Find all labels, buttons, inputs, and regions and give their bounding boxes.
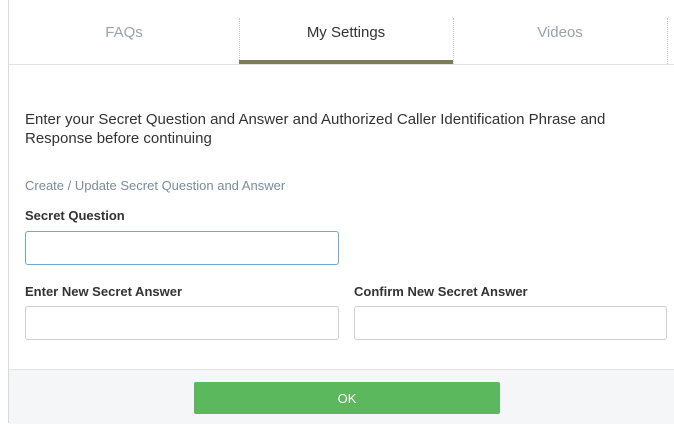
new-secret-answer-input[interactable] <box>25 306 339 340</box>
section-title: Create / Update Secret Question and Answ… <box>25 178 286 193</box>
secret-question-label: Secret Question <box>25 208 125 223</box>
settings-panel: FAQs My Settings Videos Enter your Secre… <box>8 0 674 424</box>
new-secret-answer-label: Enter New Secret Answer <box>25 284 183 299</box>
tab-videos[interactable]: Videos <box>453 0 667 64</box>
active-tab-indicator <box>239 60 453 64</box>
tab-bar: FAQs My Settings Videos <box>9 0 674 65</box>
confirm-secret-answer-input[interactable] <box>354 306 667 340</box>
secret-question-input[interactable] <box>25 231 339 265</box>
tab-divider <box>667 18 668 64</box>
tab-my-settings[interactable]: My Settings <box>239 0 453 64</box>
tab-faqs[interactable]: FAQs <box>9 0 239 64</box>
intro-instructions: Enter your Secret Question and Answer an… <box>25 111 606 147</box>
ok-button[interactable]: OK <box>194 382 500 414</box>
confirm-secret-answer-label: Confirm New Secret Answer <box>354 284 528 299</box>
footer-bar: OK <box>9 369 674 424</box>
